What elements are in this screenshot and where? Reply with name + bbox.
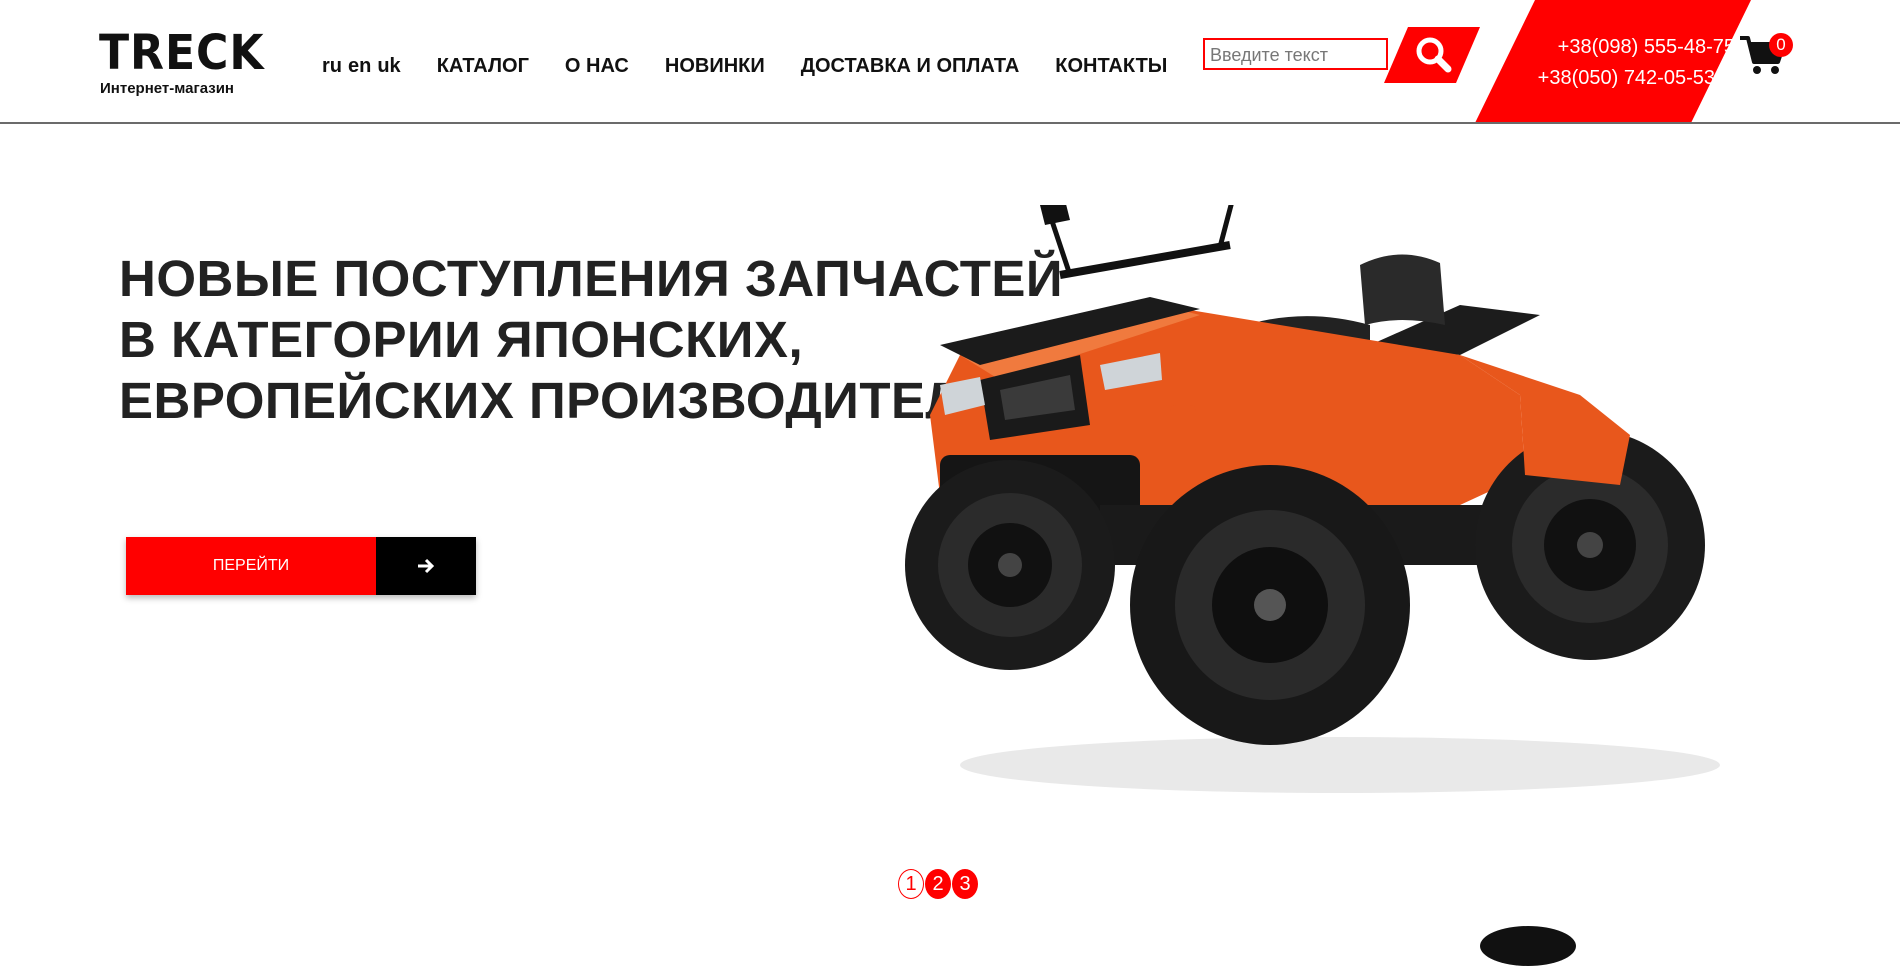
search-box <box>1203 38 1388 70</box>
phone-1[interactable]: +38(098) 555-48-75 <box>1515 32 1735 63</box>
slide-dot-1[interactable]: 1 <box>898 869 924 899</box>
slider-pagination: 1 2 3 <box>898 869 979 899</box>
lang-uk[interactable]: uk <box>377 55 400 78</box>
nav-delivery-payment[interactable]: ДОСТАВКА И ОПЛАТА <box>801 55 1020 78</box>
phone-2[interactable]: +38(050) 742-05-53 <box>1515 63 1715 94</box>
logo[interactable]: TRECK Интернет-магазин <box>99 28 264 98</box>
site-header: TRECK Интернет-магазин ru en uk КАТАЛОГ … <box>0 0 1900 123</box>
hero-title: НОВЫЕ ПОСТУПЛЕНИЯ ЗАПЧАСТЕЙ В КАТЕГОРИИ … <box>119 248 1064 431</box>
atv-image <box>905 205 1720 793</box>
hero-title-line: НОВЫЕ ПОСТУПЛЕНИЯ ЗАПЧАСТЕЙ <box>119 250 1064 307</box>
slide-dot-2[interactable]: 2 <box>925 869 951 899</box>
phones: +38(098) 555-48-75 +38(050) 742-05-53 <box>1515 32 1735 94</box>
go-button[interactable]: ПЕРЕЙТИ <box>126 537 476 595</box>
arrow-right-icon <box>418 558 435 574</box>
go-button-label: ПЕРЕЙТИ <box>126 537 376 595</box>
partial-element <box>1480 926 1576 966</box>
go-button-arrow <box>376 537 476 595</box>
search-button[interactable] <box>1384 27 1480 83</box>
nav-about[interactable]: О НАС <box>565 55 629 78</box>
language-switcher: ru en uk <box>322 55 407 78</box>
nav-new[interactable]: НОВИНКИ <box>665 55 765 78</box>
lang-en[interactable]: en <box>348 55 371 78</box>
lang-ru[interactable]: ru <box>322 55 342 78</box>
cart-count-badge: 0 <box>1769 33 1793 57</box>
logo-subtitle: Интернет-магазин <box>100 80 234 97</box>
logo-word: TRECK <box>99 25 265 81</box>
header-divider <box>0 122 1900 124</box>
nav-contacts[interactable]: КОНТАКТЫ <box>1055 55 1167 78</box>
hero-title-line: ЕВРОПЕЙСКИХ ПРОИЗВОДИТЕЛЕЙ <box>119 372 1034 429</box>
slide-dot-3[interactable]: 3 <box>952 869 978 899</box>
hero-title-line: В КАТЕГОРИИ ЯПОНСКИХ, <box>119 311 804 368</box>
nav-catalog[interactable]: КАТАЛОГ <box>437 55 529 78</box>
search-input[interactable] <box>1208 40 1382 70</box>
main-nav: ru en uk КАТАЛОГ О НАС НОВИНКИ ДОСТАВКА … <box>322 55 1203 78</box>
